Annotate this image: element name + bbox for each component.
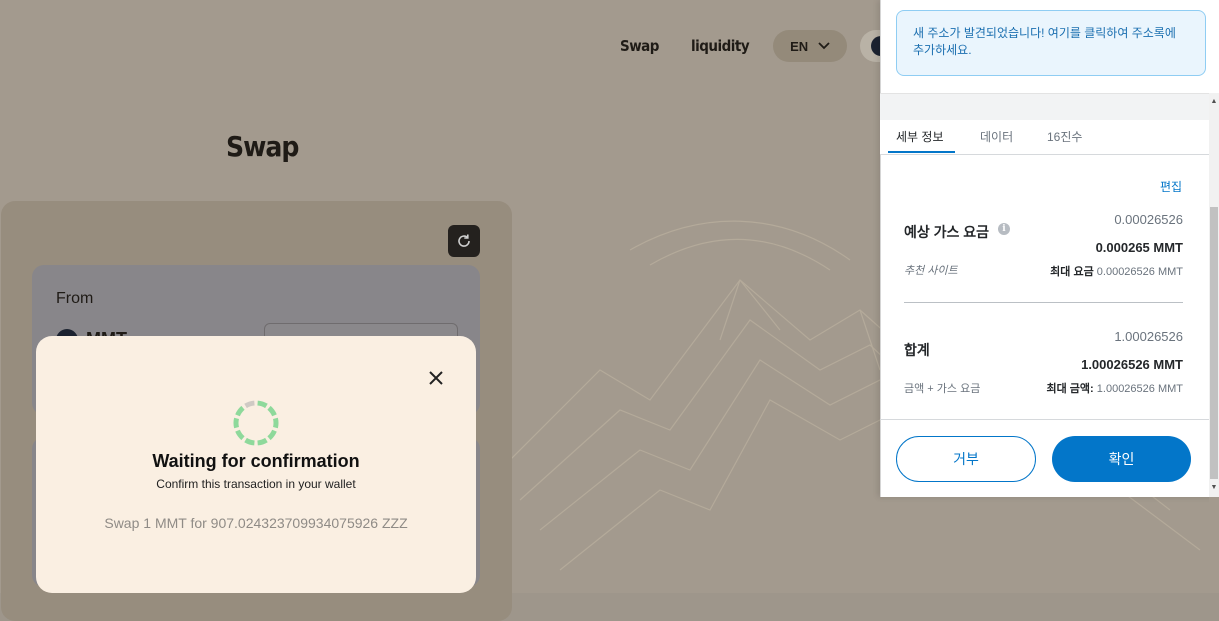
max-amount-value: 1.00026526 MMT (1096, 383, 1183, 395)
edit-gas-link[interactable]: 편집 (1160, 178, 1182, 195)
language-label: EN (790, 38, 809, 54)
close-button[interactable] (424, 366, 448, 390)
total-label: 합계 (904, 342, 930, 358)
section-divider (904, 302, 1183, 303)
max-fee: 최대 요금 0.00026526 MMT (1050, 263, 1183, 279)
page-scrollbar[interactable] (1209, 497, 1219, 593)
spinner-segment (257, 400, 268, 409)
tab-data[interactable]: 데이터 (980, 128, 1013, 145)
spinner-segment (233, 417, 240, 429)
max-fee-label: 최대 요금 (1050, 266, 1094, 278)
page-title: Swap (226, 130, 299, 163)
spinner-segment (235, 405, 245, 417)
scroll-down-icon[interactable]: ▼ (1210, 483, 1218, 493)
total-value: 1.00026526 MMT (1081, 357, 1183, 372)
nav-swap-link[interactable]: Swap (620, 37, 659, 55)
spinner-segment (257, 437, 268, 446)
gas-fee-fiat: 0.00026526 (1114, 212, 1183, 227)
loading-spinner-icon (233, 400, 279, 446)
gas-fee-value: 0.000265 MMT (1095, 240, 1183, 255)
refresh-icon (458, 234, 470, 247)
max-fee-value: 0.00026526 MMT (1096, 266, 1183, 278)
spinner-segment (267, 429, 277, 441)
spinner-segment (244, 437, 255, 446)
swap-summary: Swap 1 MMT for 907.024323709934075926 ZZ… (104, 515, 408, 531)
amount-plus-gas-label: 금액 + 가스 요금 (904, 383, 981, 395)
scrollbar-thumb[interactable] (1210, 207, 1218, 479)
tab-hex[interactable]: 16진수 (1047, 128, 1082, 145)
chevron-down-icon (818, 42, 830, 50)
spinner-segment (272, 417, 279, 429)
active-tab-indicator (888, 151, 955, 153)
footer-divider (880, 419, 1209, 420)
max-amount: 최대 금액: 1.00026526 MMT (1047, 380, 1183, 396)
spinner-segment (244, 400, 255, 409)
reject-button[interactable]: 거부 (896, 436, 1036, 482)
top-nav: Swap liquidity EN (620, 30, 848, 62)
spinner-segment (235, 429, 245, 441)
modal-subtitle: Confirm this transaction in your wallet (156, 477, 356, 491)
new-address-notice[interactable]: 새 주소가 발견되었습니다! 여기를 클릭하여 주소록에 추가하세요. (896, 10, 1206, 76)
nav-liquidity-link[interactable]: liquidity (691, 37, 750, 55)
scroll-up-icon[interactable]: ▲ (1210, 97, 1218, 107)
site-suggested-label: 추천 사이트 (904, 265, 958, 277)
refresh-button[interactable] (448, 225, 480, 257)
total-fiat: 1.00026526 (1114, 329, 1183, 344)
gas-fee-label: 예상 가스 요금 (904, 224, 990, 240)
tab-details[interactable]: 세부 정보 (896, 128, 944, 145)
close-icon (429, 371, 443, 385)
from-label: From (56, 290, 94, 307)
info-icon[interactable]: i (998, 223, 1010, 235)
wallet-strip (880, 93, 1209, 121)
language-selector[interactable]: EN (773, 30, 848, 62)
max-amount-label: 최대 금액: (1046, 383, 1094, 395)
confirm-button[interactable]: 확인 (1052, 436, 1191, 482)
modal-heading: Waiting for confirmation (152, 451, 360, 471)
spinner-segment (267, 405, 277, 417)
